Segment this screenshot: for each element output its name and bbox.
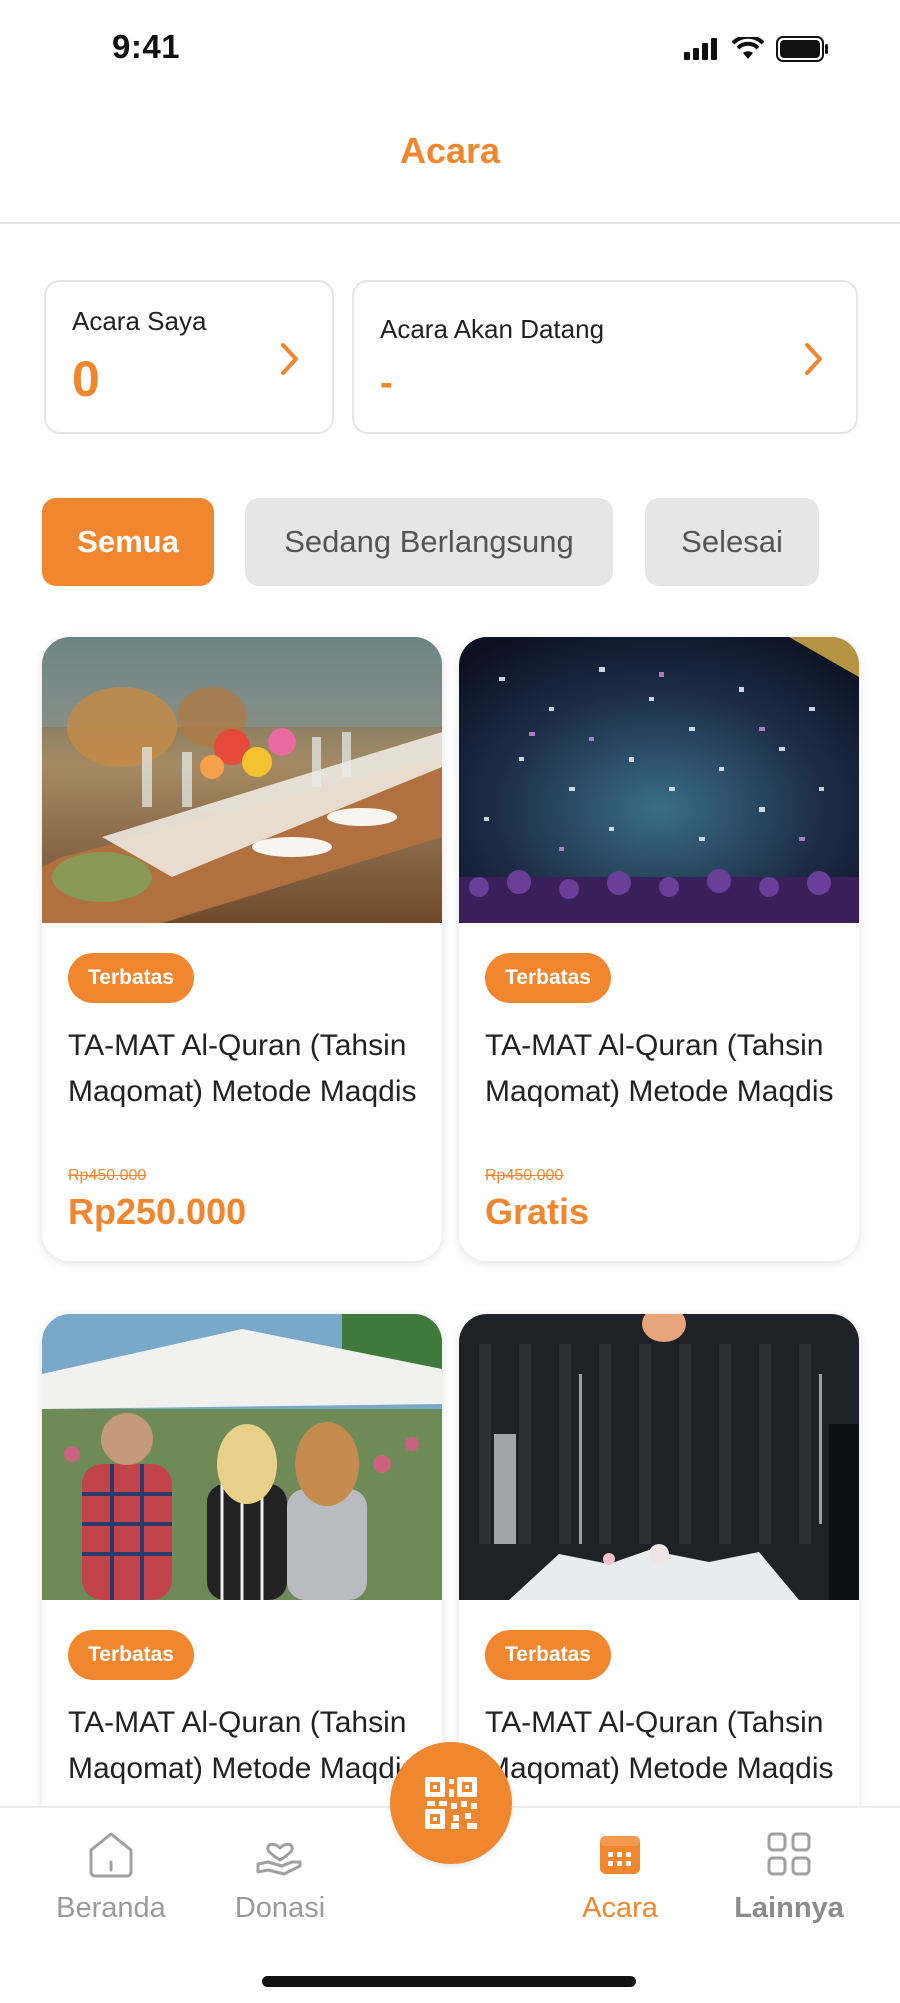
status-bar: 9:41 <box>0 0 900 100</box>
my-events-card[interactable]: Acara Saya 0 <box>44 280 334 434</box>
nav-more[interactable]: Lainnya <box>709 1808 869 1948</box>
limited-badge: Terbatas <box>68 953 194 1003</box>
header: Acara <box>0 100 900 224</box>
event-image-concert <box>459 637 859 923</box>
event-old-price: Rp450.000 <box>68 1167 147 1184</box>
home-icon <box>85 1824 137 1884</box>
nav-home-label: Beranda <box>56 1892 166 1924</box>
wifi-icon <box>732 37 764 59</box>
my-events-label: Acara Saya <box>72 306 207 336</box>
signal-icon <box>684 38 717 60</box>
event-image-festival <box>42 1314 442 1600</box>
nav-home[interactable]: Beranda <box>31 1808 191 1948</box>
donation-icon <box>254 1824 306 1884</box>
event-title: TA-MAT Al-Quran (Tahsin Maqomat) Metode … <box>485 1029 834 1108</box>
nav-events[interactable]: Acara <box>540 1808 700 1948</box>
upcoming-events-card[interactable]: Acara Akan Datang - <box>352 280 858 434</box>
tab-all[interactable]: Semua <box>42 498 214 586</box>
event-image-banquet <box>42 637 442 923</box>
battery-icon <box>776 36 828 62</box>
event-image-stage <box>459 1314 859 1600</box>
qr-scan-button[interactable] <box>390 1742 512 1864</box>
event-price: Rp250.000 <box>68 1191 247 1232</box>
event-title: TA-MAT Al-Quran (Tahsin Maqomat) Metode … <box>68 1706 417 1785</box>
tab-finished[interactable]: Selesai <box>645 498 819 586</box>
event-card[interactable]: Terbatas TA-MAT Al-Quran (Tahsin Maqomat… <box>459 637 859 1261</box>
nav-donation-label: Donasi <box>234 1892 326 1924</box>
nav-more-label: Lainnya <box>734 1892 844 1924</box>
upcoming-events-value: - <box>380 362 393 404</box>
qr-code-icon <box>425 1777 477 1829</box>
event-card[interactable]: Terbatas TA-MAT Al-Quran (Tahsin Maqomat… <box>42 637 442 1261</box>
status-time: 9:41 <box>112 28 181 65</box>
event-title: TA-MAT Al-Quran (Tahsin Maqomat) Metode … <box>485 1706 834 1785</box>
chevron-right-icon <box>281 343 298 375</box>
event-old-price: Rp450.000 <box>485 1167 564 1184</box>
calendar-icon <box>594 1824 646 1884</box>
limited-badge: Terbatas <box>485 953 611 1003</box>
chevron-right-icon <box>805 343 822 375</box>
my-events-count: 0 <box>72 351 100 407</box>
limited-badge: Terbatas <box>68 1630 194 1680</box>
nav-events-label: Acara <box>582 1892 658 1924</box>
tab-ongoing[interactable]: Sedang Berlangsung <box>245 498 613 586</box>
status-icons <box>684 36 830 62</box>
limited-badge: Terbatas <box>485 1630 611 1680</box>
grid-icon <box>763 1824 815 1884</box>
event-title: TA-MAT Al-Quran (Tahsin Maqomat) Metode … <box>68 1029 417 1108</box>
page-title: Acara <box>399 130 501 171</box>
upcoming-events-label: Acara Akan Datang <box>380 314 605 344</box>
nav-donation[interactable]: Donasi <box>200 1808 360 1948</box>
home-indicator <box>262 1976 636 1987</box>
event-price: Gratis <box>485 1191 590 1232</box>
